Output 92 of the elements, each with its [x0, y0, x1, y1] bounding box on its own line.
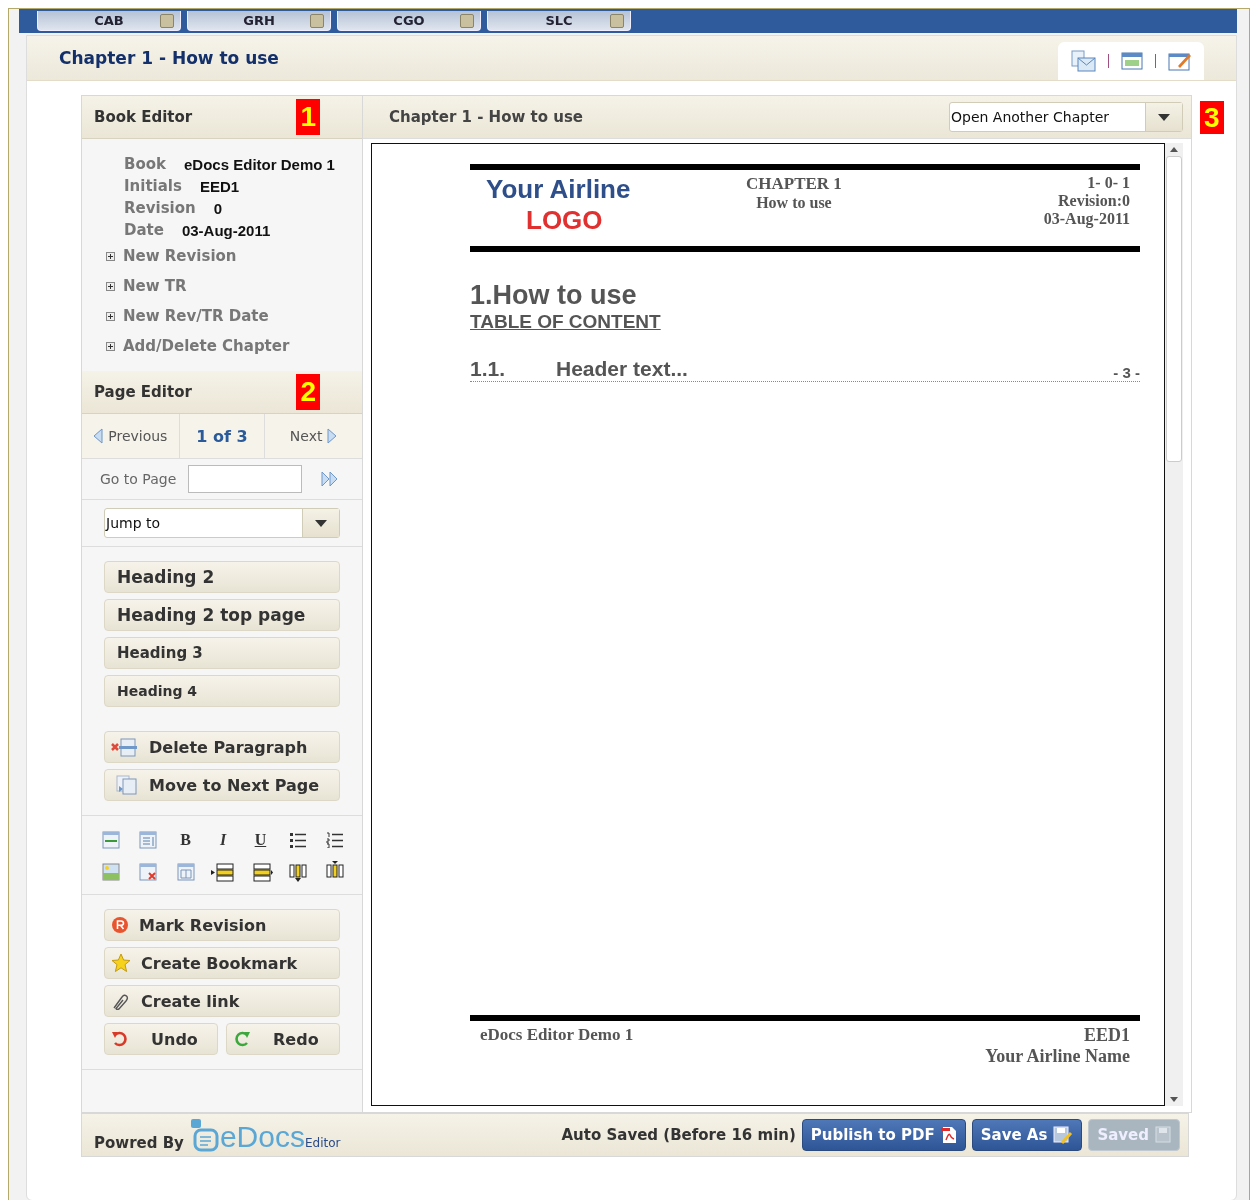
info-value: EED1 — [199, 177, 240, 195]
step-marker: 1 — [296, 99, 320, 135]
save-icon — [1155, 1126, 1171, 1144]
toc-entry[interactable]: Header text... — [556, 357, 1114, 381]
pdf-icon — [940, 1126, 957, 1144]
expand-icon[interactable] — [106, 311, 115, 321]
module-tab[interactable]: CAB — [37, 11, 181, 31]
jump-to-dropdown[interactable]: Jump to — [104, 508, 340, 538]
expand-icon[interactable] — [106, 251, 115, 261]
style-button[interactable]: Heading 4 — [104, 675, 340, 707]
footer-book-name: eDocs Editor Demo 1 — [480, 1025, 634, 1046]
module-tab[interactable]: GRH — [187, 11, 331, 31]
footer-airline-name: Your Airline Name — [985, 1046, 1130, 1067]
numbered-list-icon[interactable] — [326, 832, 345, 848]
style-button[interactable]: Heading 2 top page — [104, 599, 340, 631]
delete-paragraph-button[interactable]: Delete Paragraph — [104, 731, 340, 763]
revision-text: Revision:0 — [1058, 192, 1130, 210]
info-label: Date — [124, 221, 164, 239]
section-title: Page Editor — [94, 383, 192, 401]
table-icon[interactable] — [101, 831, 120, 849]
info-value: eDocs Editor Demo 1 — [184, 155, 335, 173]
italic-button[interactable]: I — [219, 831, 227, 849]
move-page-button[interactable]: Move to Next Page — [104, 769, 340, 801]
bold-button[interactable]: B — [180, 831, 191, 849]
previous-button[interactable]: Previous — [82, 414, 180, 458]
chapter-subtitle: How to use — [756, 194, 832, 212]
page-input[interactable] — [188, 465, 303, 493]
redo-icon — [233, 1030, 251, 1048]
logo-icon — [189, 1118, 220, 1152]
logo-text: LOGO — [525, 205, 604, 236]
delete-table-icon[interactable] — [139, 863, 158, 881]
save-as-button[interactable]: Save As — [971, 1119, 1083, 1151]
autosave-status: Auto Saved (Before 16 min) — [561, 1126, 796, 1144]
caret-icon — [315, 519, 327, 527]
redo-button[interactable]: Redo — [226, 1023, 340, 1055]
date-text: 03-Aug-2011 — [1043, 210, 1130, 228]
insert-row-icon[interactable] — [210, 862, 236, 882]
module-tab[interactable]: SLC — [487, 11, 631, 31]
info-value: 03-Aug-2011 — [181, 221, 271, 239]
section-title: Book Editor — [94, 108, 193, 126]
page-counter: 1 of 3 — [195, 425, 249, 448]
bullet-list-icon[interactable] — [288, 832, 307, 848]
brand-logo: eDocsEditor — [189, 1118, 341, 1152]
document-title: Chapter 1 - How to use — [389, 108, 584, 126]
bookmark-button[interactable]: Create Bookmark — [104, 947, 340, 979]
step-marker: 2 — [296, 374, 320, 410]
style-button[interactable]: Heading 2 — [104, 561, 340, 593]
toc-title: TABLE OF CONTENT — [470, 311, 661, 333]
style-button[interactable]: Heading 3 — [104, 637, 340, 669]
undo-icon — [111, 1030, 129, 1048]
expand-icon[interactable] — [106, 281, 115, 291]
powered-by-label: Powred By — [94, 1134, 184, 1154]
delete-page-icon — [111, 737, 139, 757]
toc-number: 1.1. — [470, 357, 507, 381]
publish-button[interactable]: Publish to PDF — [801, 1119, 966, 1151]
action-link[interactable]: New Revision — [123, 247, 237, 265]
toc-page: - 3 - — [1113, 364, 1140, 381]
footer-initials: EED1 — [1084, 1025, 1130, 1046]
go-to-label: Go to Page — [100, 471, 177, 487]
expand-icon[interactable] — [106, 341, 115, 351]
undo-button[interactable]: Undo — [104, 1023, 218, 1055]
scroll-down-icon[interactable] — [1170, 1097, 1178, 1102]
table-icon[interactable] — [1121, 52, 1143, 70]
chapter-label: CHAPTER 1 — [746, 174, 842, 194]
scroll-up-icon[interactable] — [1170, 147, 1178, 152]
save-icon — [1053, 1126, 1074, 1144]
next-button[interactable]: Next — [264, 414, 362, 458]
paperclip-icon — [111, 991, 131, 1011]
revision-icon — [111, 916, 129, 934]
left-arrow-icon — [93, 428, 104, 444]
insert-column-icon[interactable] — [287, 861, 308, 883]
scrollbar[interactable] — [1165, 143, 1183, 1106]
action-link[interactable]: Add/Delete Chapter — [123, 337, 290, 355]
underline-button[interactable]: U — [254, 831, 267, 849]
module-tab[interactable]: CGO — [337, 11, 481, 31]
chapter-dropdown[interactable]: Open Another Chapter — [949, 102, 1183, 132]
star-icon — [111, 953, 131, 973]
info-label: Initials — [124, 177, 182, 195]
step-marker: 3 — [1200, 101, 1224, 134]
action-link[interactable]: New Rev/TR Date — [123, 307, 269, 325]
right-arrow-icon — [327, 428, 338, 444]
document-heading: 1.How to use — [470, 280, 638, 311]
revision-button[interactable]: Mark Revision — [104, 909, 340, 941]
page-title: Chapter 1 - How to use — [59, 48, 279, 68]
logo-text: Your Airline — [486, 174, 632, 205]
info-label: Book — [124, 155, 167, 173]
info-value: 0 — [213, 199, 223, 217]
action-link[interactable]: New TR — [123, 277, 187, 295]
caret-icon — [1158, 113, 1170, 121]
page-code: 1- 0- 1 — [1087, 174, 1130, 192]
link-button[interactable]: Create link — [104, 985, 340, 1017]
info-label: Revision — [124, 199, 196, 217]
